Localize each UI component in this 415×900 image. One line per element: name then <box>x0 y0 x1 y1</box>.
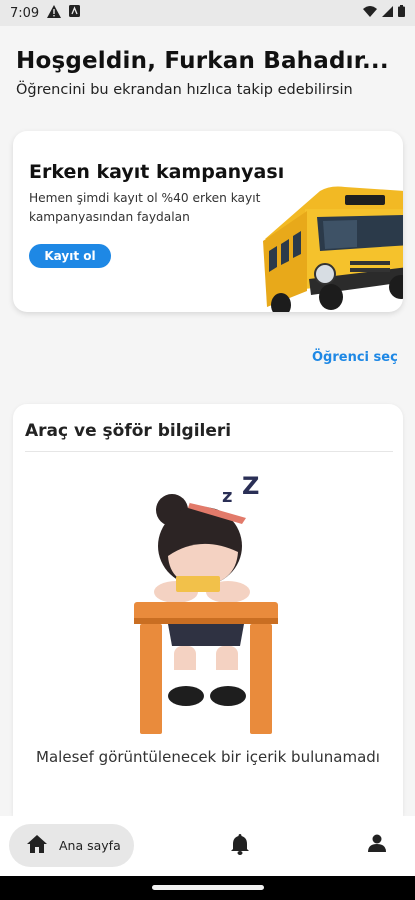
notification-a-icon <box>69 5 81 21</box>
status-bar: 7:09 <box>0 0 415 26</box>
system-gesture-bar <box>0 876 415 900</box>
select-student-link[interactable]: Öğrenci seç <box>312 350 398 365</box>
vehicle-driver-card: Araç ve şöför bilgileri z Z Malesef görü… <box>13 404 403 816</box>
vehicle-card-title: Araç ve şöför bilgileri <box>25 421 232 441</box>
campaign-card[interactable]: Erken kayıt kampanyası Hemen şimdi kayıt… <box>13 131 403 312</box>
signal-icon <box>382 5 393 21</box>
svg-text:z: z <box>222 486 232 507</box>
register-button[interactable]: Kayıt ol <box>29 244 111 268</box>
nav-home-label: Ana sayfa <box>59 838 121 853</box>
header: Hoşgeldin, Furkan Bahadır... Öğrencini b… <box>16 48 408 98</box>
status-time: 7:09 <box>10 5 40 21</box>
wifi-icon <box>363 5 377 21</box>
empty-state-message: Malesef görüntülenecek bir içerik buluna… <box>36 748 380 766</box>
campaign-description: Hemen şimdi kayıt ol %40 erken kayıt kam… <box>29 191 261 224</box>
svg-text:Z: Z <box>242 474 259 500</box>
bottom-navigation: Ana sayfa <box>0 816 415 876</box>
school-bus-illustration <box>245 179 403 312</box>
bell-icon[interactable] <box>231 834 249 859</box>
page-subtitle: Öğrencini bu ekrandan hızlıca takip edeb… <box>16 82 353 98</box>
home-gesture-handle[interactable] <box>152 885 264 890</box>
battery-icon <box>398 5 405 21</box>
nav-home-tab[interactable]: Ana sayfa <box>9 824 134 867</box>
home-icon <box>27 834 47 857</box>
sleeping-student-illustration: z Z <box>130 472 290 743</box>
page-title: Hoşgeldin, Furkan Bahadır... <box>16 48 389 74</box>
divider <box>25 451 393 452</box>
warning-icon <box>47 4 62 22</box>
person-icon[interactable] <box>368 834 386 856</box>
